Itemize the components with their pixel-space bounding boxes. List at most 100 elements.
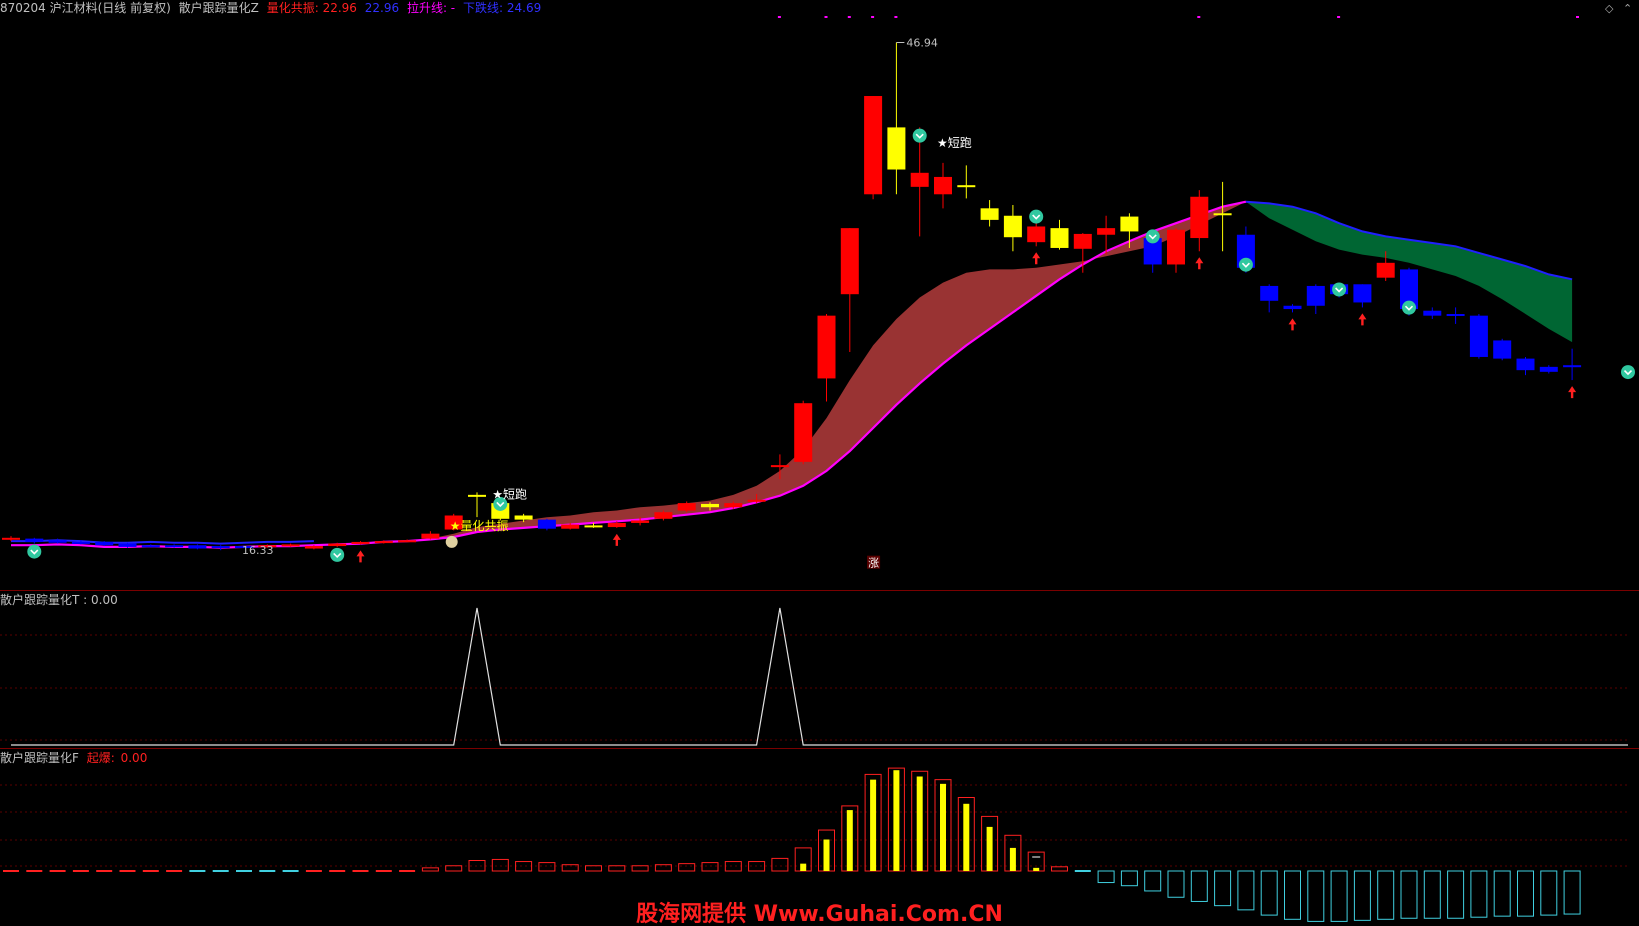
- f-bar-negative: [1120, 870, 1138, 887]
- f-bar-inner: [846, 810, 853, 871]
- candle: [1167, 228, 1185, 273]
- candle: [1493, 338, 1512, 361]
- pane-t-title[interactable]: 散户跟踪量化T: [0, 593, 79, 607]
- candle-body: [2, 537, 20, 540]
- pane-divider-1[interactable]: [0, 590, 1639, 591]
- candle-body: [631, 520, 650, 523]
- f-bar-inner: [940, 783, 946, 871]
- candle-body: [374, 541, 393, 544]
- top-tick: [777, 16, 781, 18]
- candle-body: [910, 172, 929, 187]
- resonance-value: 22.96: [322, 1, 357, 15]
- top-tick: [871, 16, 875, 18]
- chart-window[interactable]: { "header": { "code_name": "870204 沪江材料(…: [0, 0, 1639, 926]
- diamond-icon[interactable]: ◇: [1605, 2, 1613, 15]
- main-indicator-name[interactable]: 散户跟踪量化Z: [179, 1, 259, 15]
- candle-body: [1097, 228, 1116, 235]
- low-price-label: 16.33: [242, 544, 274, 557]
- pane-f-value: 0.00: [120, 751, 148, 765]
- buy-marker-icon: [1621, 365, 1635, 380]
- candle-body: [95, 541, 114, 546]
- candle-body: [398, 540, 417, 543]
- candle-body: [25, 538, 44, 542]
- candle: [1213, 181, 1232, 252]
- short-run-label: ★短跑: [492, 488, 527, 502]
- top-tick: [1197, 16, 1201, 18]
- candle-body: [1050, 228, 1069, 248]
- candle-body: [1493, 340, 1512, 359]
- candle: [934, 162, 952, 209]
- buy-marker-circle: [1029, 209, 1044, 224]
- candle-body: [887, 127, 906, 170]
- candle: [817, 314, 836, 402]
- lift-line-label: 拉升线: -: [406, 1, 456, 15]
- chart-canvas[interactable]: 46.94 16.33 ★短跑 ★短跑 ★量化共振涨: [0, 0, 1639, 926]
- f-bar-inner: [1009, 847, 1016, 871]
- f-bar-positive: [538, 862, 556, 872]
- candle: [1050, 219, 1069, 250]
- candle-body: [1283, 305, 1302, 310]
- candle: [1469, 314, 1488, 359]
- candle: [537, 518, 556, 531]
- f-bar-positive: [445, 865, 463, 872]
- candle-body: [770, 465, 789, 468]
- f-bar-positive: [701, 862, 719, 872]
- buy-marker-circle: [1332, 282, 1347, 297]
- candle: [1283, 304, 1302, 313]
- buy-marker-circle: [27, 544, 42, 559]
- f-bar-negative: [1167, 870, 1185, 898]
- buy-marker-circle: [912, 128, 927, 143]
- f-bar-negative: [1144, 870, 1162, 892]
- down-line-value: 24.69: [506, 1, 542, 15]
- candle-body: [328, 543, 347, 547]
- pane-divider-2[interactable]: [0, 748, 1639, 749]
- high-price-label: 46.94: [906, 37, 938, 50]
- candle-body: [1516, 358, 1535, 371]
- up-arrow-icon: [1358, 313, 1367, 326]
- candle-body: [934, 176, 952, 195]
- f-bar-positive: [724, 861, 742, 872]
- candle: [910, 127, 929, 237]
- chevron-up-icon[interactable]: ⌃: [1623, 2, 1632, 15]
- f-bar-positive: [771, 857, 789, 872]
- candle-body: [304, 546, 323, 549]
- candle-body: [1213, 213, 1232, 216]
- candle-body: [351, 541, 370, 544]
- buy-marker-icon: [27, 544, 42, 559]
- f-bar-positive: [1051, 866, 1068, 872]
- pane-f-label: 起爆:: [86, 751, 115, 765]
- candle-body: [980, 208, 999, 220]
- buy-marker-icon: [1029, 209, 1044, 224]
- candle-body: [840, 228, 859, 295]
- candle-body: [1563, 365, 1582, 368]
- candle: [957, 165, 976, 199]
- coin-icon: [445, 535, 458, 548]
- f-bar-positive: [654, 864, 672, 872]
- candle: [188, 544, 207, 550]
- up-arrow-icon: [1568, 386, 1577, 399]
- candle-body: [1539, 366, 1558, 372]
- f-bar-inner: [916, 776, 923, 871]
- top-tick: [1337, 16, 1341, 18]
- f-bar-positive: [515, 861, 533, 872]
- down-line-label: 下跌线:: [462, 1, 504, 15]
- candle: [211, 545, 230, 551]
- candle-body: [1376, 262, 1395, 278]
- candle: [794, 400, 813, 465]
- candle-body: [724, 503, 743, 508]
- candle: [1003, 205, 1022, 252]
- candle-body: [1469, 315, 1488, 357]
- candle-body: [1073, 233, 1092, 249]
- candle-body: [211, 546, 230, 549]
- buy-marker-icon: [1238, 257, 1253, 272]
- top-tick: [1576, 16, 1579, 18]
- up-arrow-icon: [612, 533, 621, 546]
- f-bar-positive: [678, 863, 696, 872]
- candle: [25, 537, 44, 544]
- candle-body: [1027, 226, 1046, 243]
- pane-f-title[interactable]: 散户跟踪量化F: [0, 751, 79, 765]
- candle-body: [188, 545, 207, 549]
- candle-body: [141, 545, 160, 548]
- buy-marker-icon: [912, 128, 927, 143]
- limit-up-label: 涨: [868, 557, 879, 570]
